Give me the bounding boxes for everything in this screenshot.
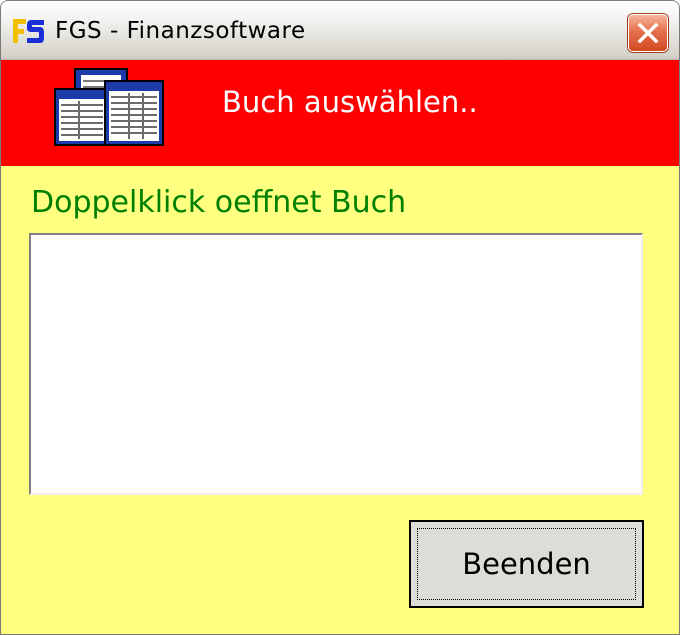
header-banner: Buch auswählen.. xyxy=(1,60,679,166)
title-bar[interactable]: FGS - Finanzsoftware xyxy=(1,1,679,60)
books-icon xyxy=(53,67,165,149)
double-click-hint: Doppelklick oeffnet Buch xyxy=(31,185,407,220)
window-title: FGS - Finanzsoftware xyxy=(55,18,306,44)
close-icon xyxy=(637,22,659,44)
banner-title: Buch auswählen.. xyxy=(222,85,478,119)
exit-button[interactable]: Beenden xyxy=(409,520,644,608)
book-list[interactable] xyxy=(29,233,643,495)
app-window: FGS - Finanzsoftware Buch auswählen.. Do… xyxy=(0,0,680,635)
exit-button-label: Beenden xyxy=(417,528,636,600)
close-button[interactable] xyxy=(628,14,668,52)
fgs-logo-icon xyxy=(11,16,47,46)
